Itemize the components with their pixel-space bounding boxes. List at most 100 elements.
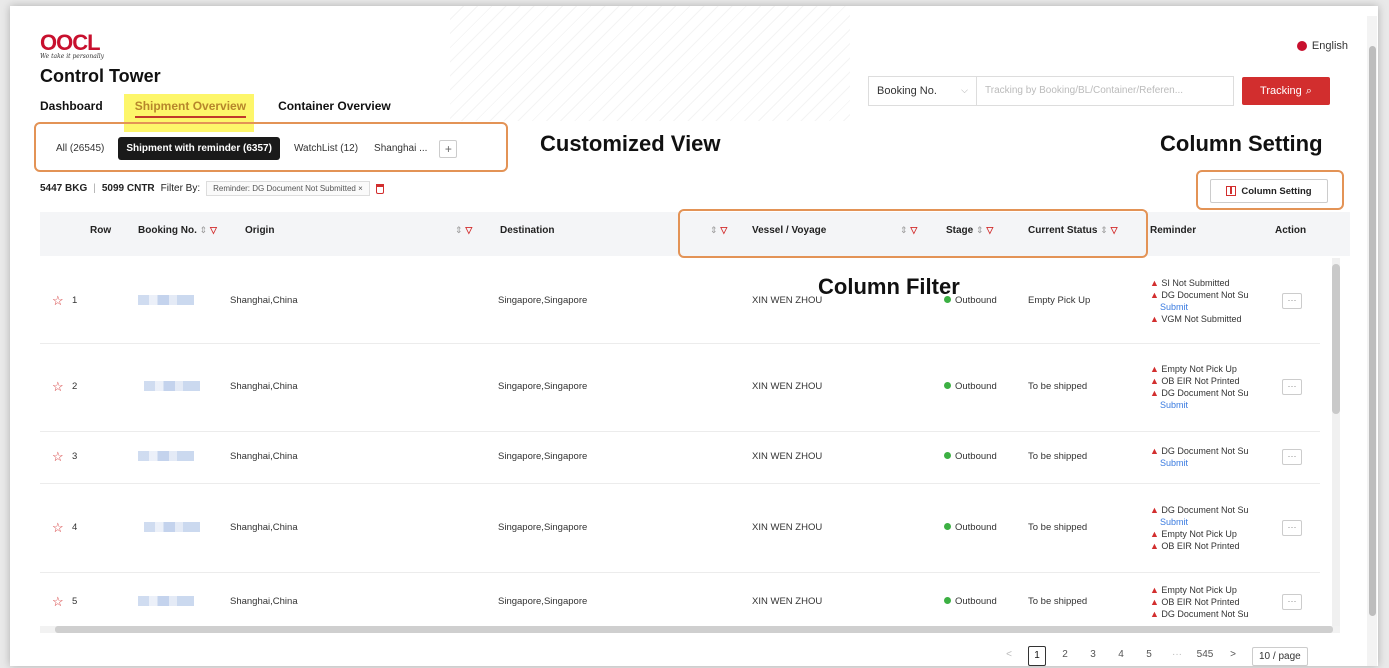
submit-link[interactable]: Submit (1150, 399, 1268, 411)
page-3[interactable]: 3 (1084, 646, 1102, 666)
star-icon[interactable]: ☆ (52, 594, 64, 610)
trash-icon[interactable] (375, 183, 384, 194)
tab-shipment-overview[interactable]: Shipment Overview (134, 99, 247, 118)
pagination: < 1 2 3 4 5 ··· 545 > 10 / page (1000, 646, 1308, 666)
star-icon[interactable]: ☆ (52, 293, 64, 309)
reminder-item: ▲ OB EIR Not Printed (1150, 375, 1268, 387)
add-view-button[interactable]: + (439, 139, 458, 158)
row-divider (40, 343, 1320, 344)
annotation-column-setting: Column Setting (1160, 131, 1323, 156)
star-icon[interactable]: ☆ (52, 449, 64, 465)
tracking-input[interactable]: Tracking by Booking/BL/Container/Referen… (976, 76, 1234, 106)
page-5[interactable]: 5 (1140, 646, 1158, 666)
language-switcher[interactable]: English (1296, 40, 1348, 52)
row-divider (40, 483, 1320, 484)
stage-status-dot (944, 522, 951, 530)
current-status-cell: Empty Pick Up (1028, 294, 1091, 306)
filter-chip[interactable]: Reminder: DG Document Not Submitted × (206, 181, 370, 196)
action-more-button[interactable]: ··· (1282, 594, 1302, 610)
next-page-button[interactable]: > (1224, 646, 1242, 666)
col-origin[interactable]: Origin (245, 225, 274, 236)
submit-link[interactable]: Submit (1150, 516, 1268, 528)
tracking-button[interactable]: Tracking ⌕ (1242, 77, 1330, 105)
reminder-text: DG Document Not Su (1161, 388, 1249, 398)
warning-icon: ▲ (1150, 289, 1162, 300)
view-all[interactable]: All (26545) (48, 137, 112, 160)
action-more-button[interactable]: ··· (1282, 449, 1302, 465)
destination-cell: Singapore,Singapore (498, 294, 588, 306)
star-icon[interactable]: ☆ (52, 379, 64, 395)
origin-cell: Shanghai,China (230, 294, 298, 306)
sort-icon[interactable]: ⇕ (455, 225, 463, 235)
booking-number-redacted[interactable] (138, 596, 194, 606)
chevron-down-icon: ⌵ (961, 85, 968, 95)
submit-link[interactable]: Submit (1150, 457, 1268, 469)
col-destination[interactable]: Destination (500, 225, 554, 236)
row-divider (40, 572, 1320, 573)
stage-cell: Outbound (944, 451, 997, 462)
row-number: 1 (72, 294, 78, 306)
filter-icon[interactable]: ▽ (210, 225, 217, 235)
view-shipment-with-reminder[interactable]: Shipment with reminder (6357) (118, 137, 280, 160)
action-more-button[interactable]: ··· (1282, 379, 1302, 395)
table-scroll-thumb[interactable] (1332, 264, 1340, 414)
view-shanghai[interactable]: Shanghai ... (366, 137, 435, 160)
row-number: 2 (72, 381, 78, 392)
app-window: OOCL We take it personally Control Tower… (10, 6, 1378, 666)
row-number: 3 (72, 451, 78, 462)
view-watchlist[interactable]: WatchList (12) (286, 137, 366, 160)
warning-icon: ▲ (1150, 446, 1162, 456)
page-545[interactable]: 545 (1196, 646, 1214, 666)
col-origin-controls[interactable]: ⇕ ▽ (455, 225, 472, 236)
logo-tagline: We take it personally (40, 53, 105, 60)
reminder-text: Empty Not Pick Up (1161, 585, 1237, 595)
reminder-text: DG Document Not Su (1161, 609, 1249, 619)
booking-number-redacted[interactable] (138, 294, 194, 305)
table-hscroll-thumb[interactable] (55, 626, 1333, 633)
reminder-text: Empty Not Pick Up (1161, 364, 1237, 374)
page-size-select[interactable]: 10 / page (1252, 646, 1308, 666)
warning-icon: ▲ (1150, 597, 1162, 607)
current-status-cell: To be shipped (1028, 451, 1088, 462)
tab-container-overview[interactable]: Container Overview (278, 99, 391, 113)
stage-status-dot (944, 452, 951, 459)
warning-icon: ▲ (1150, 313, 1162, 324)
vessel-cell: XIN WEN ZHOU (752, 451, 823, 462)
action-more-button[interactable]: ··· (1282, 292, 1302, 309)
reminder-item: ▲ DG Document Not Su (1150, 445, 1268, 457)
page-2[interactable]: 2 (1056, 646, 1074, 666)
warning-icon: ▲ (1150, 364, 1162, 374)
page-1[interactable]: 1 (1028, 646, 1046, 666)
warning-icon: ▲ (1150, 540, 1162, 551)
bkg-count: 5447 BKG (40, 183, 88, 194)
booking-number-redacted[interactable] (144, 521, 200, 532)
reminder-list: ▲ SI Not Submitted ▲ DG Document Not Su Su… (1150, 277, 1268, 325)
reminder-text: DG Document Not Su (1161, 446, 1249, 456)
page-4[interactable]: 4 (1112, 646, 1130, 666)
column-filter-highlight (678, 209, 1148, 258)
stage-cell: Outbound (944, 522, 997, 533)
warning-icon: ▲ (1150, 528, 1162, 539)
search-type-select[interactable]: Booking No. ⌵ (868, 76, 976, 106)
submit-link[interactable]: Submit (1150, 301, 1268, 313)
star-icon[interactable]: ☆ (52, 520, 64, 536)
column-setting-button[interactable]: Column Setting (1210, 179, 1328, 203)
reminder-list: ▲ Empty Not Pick Up ▲ OB EIR Not Printed ▲… (1150, 584, 1268, 620)
stage-label: Outbound (955, 596, 997, 607)
prev-page-button[interactable]: < (1000, 646, 1018, 666)
filter-by-label: Filter By: (160, 183, 201, 194)
reminder-list: ▲ Empty Not Pick Up ▲ OB EIR Not Printed ▲… (1150, 363, 1268, 411)
col-booking[interactable]: Booking No. ⇕ ▽ (138, 225, 217, 236)
page-ellipsis[interactable]: ··· (1168, 646, 1186, 666)
tab-dashboard[interactable]: Dashboard (40, 99, 103, 113)
window-scroll-thumb[interactable] (1369, 46, 1376, 616)
header-pattern (450, 6, 850, 121)
action-more-button[interactable]: ··· (1282, 519, 1302, 536)
booking-number-redacted[interactable] (138, 451, 194, 461)
reminder-item: ▲ Empty Not Pick Up (1150, 363, 1268, 375)
columns-icon (1226, 186, 1237, 196)
filter-icon[interactable]: ▽ (465, 225, 472, 235)
annotation-customized-view: Customized View (540, 131, 721, 156)
booking-number-redacted[interactable] (144, 381, 200, 391)
sort-icon[interactable]: ⇕ (200, 225, 208, 235)
